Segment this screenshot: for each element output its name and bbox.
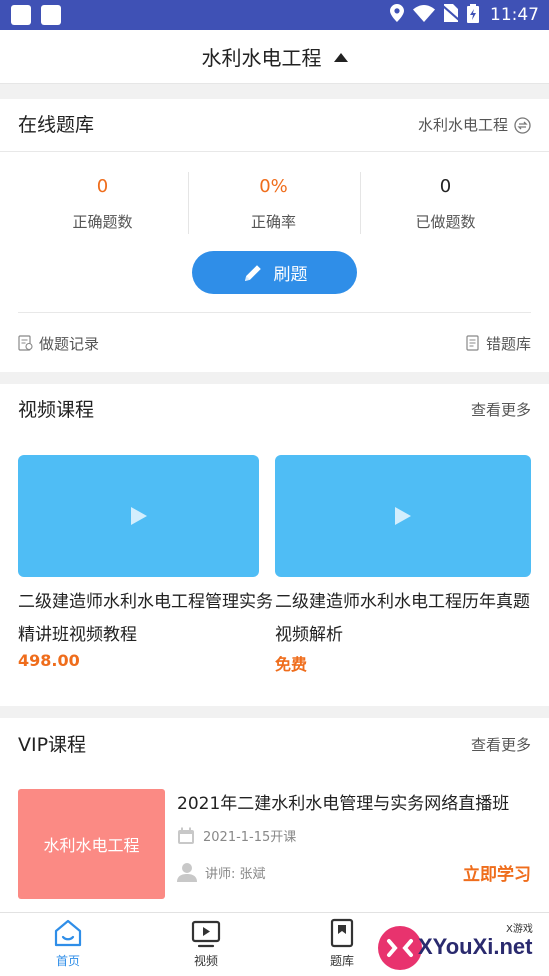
pencil-icon bbox=[244, 264, 261, 281]
calendar-icon bbox=[178, 827, 194, 844]
stat-done-count: 0 已做题数 bbox=[354, 175, 537, 232]
study-now-button[interactable]: 立即学习 bbox=[463, 860, 531, 885]
video-more-link[interactable]: 查看更多 bbox=[471, 384, 531, 436]
vip-courses-header: VIP课程 查看更多 bbox=[0, 719, 549, 771]
video-course-title[interactable]: 二级建造师水利水电工程历年真题视频解析 bbox=[275, 586, 531, 652]
watermark-logo-icon bbox=[378, 926, 422, 970]
subject-switch[interactable]: 水利水电工程 bbox=[418, 99, 531, 151]
practice-record-link[interactable]: 做题记录 bbox=[18, 332, 99, 354]
wrong-questions-link[interactable]: 错题库 bbox=[466, 332, 531, 354]
watermark-text: XYouXi.net bbox=[418, 934, 533, 959]
tab-home[interactable]: 首页 bbox=[28, 913, 108, 976]
vip-course-thumbnail[interactable]: 水利水电工程 bbox=[18, 789, 165, 899]
video-course-title[interactable]: 二级建造师水利水电工程管理实务精讲班视频教程 bbox=[18, 586, 274, 652]
record-icon bbox=[18, 335, 33, 351]
subject-switch-label: 水利水电工程 bbox=[417, 116, 508, 134]
home-icon bbox=[54, 919, 82, 947]
video-thumbnail[interactable] bbox=[18, 455, 259, 577]
vip-courses-title: VIP课程 bbox=[18, 734, 87, 756]
practice-button[interactable]: 刷题 bbox=[192, 251, 357, 294]
site-watermark: XYouXi.net X游戏 bbox=[378, 918, 549, 976]
bookmark-icon bbox=[330, 918, 354, 948]
divider bbox=[18, 312, 531, 313]
play-icon bbox=[395, 507, 411, 525]
vip-course-teacher: 讲师: 张斌 bbox=[177, 862, 266, 882]
vip-course-date-text: 2021-1-15开课 bbox=[203, 830, 297, 845]
question-bank-header: 在线题库 水利水电工程 bbox=[0, 99, 549, 151]
wifi-icon bbox=[413, 4, 435, 26]
vip-more-link[interactable]: 查看更多 bbox=[471, 719, 531, 771]
tab-question-bank-label: 题库 bbox=[329, 954, 354, 968]
no-sim-icon bbox=[442, 4, 460, 26]
stat-correct-rate: 0% 正确率 bbox=[182, 175, 365, 232]
stat-value: 0 bbox=[439, 176, 452, 197]
status-time: 11:47 bbox=[490, 5, 539, 25]
stat-value: 0% bbox=[259, 176, 288, 197]
switch-icon bbox=[514, 116, 531, 134]
tab-home-label: 首页 bbox=[55, 954, 80, 968]
stat-correct-count: 0 正确题数 bbox=[11, 175, 194, 232]
vip-course-teacher-text: 讲师: 张斌 bbox=[205, 866, 266, 882]
video-courses-header: 视频课程 查看更多 bbox=[0, 384, 549, 436]
practice-record-label: 做题记录 bbox=[39, 334, 100, 353]
tab-video-label: 视频 bbox=[193, 954, 218, 968]
stat-value: 0 bbox=[96, 176, 109, 197]
battery-charging-icon bbox=[467, 3, 479, 27]
question-bank-title: 在线题库 bbox=[18, 114, 95, 136]
video-play-icon bbox=[191, 920, 221, 948]
stat-label: 正确题数 bbox=[72, 213, 133, 231]
vip-course-date: 2021-1-15开课 bbox=[177, 826, 296, 845]
practice-button-label: 刷题 bbox=[273, 265, 308, 285]
page-title: 水利水电工程 bbox=[201, 46, 322, 70]
user-icon bbox=[177, 863, 197, 882]
tab-video[interactable]: 视频 bbox=[166, 913, 246, 976]
play-icon bbox=[130, 507, 147, 525]
status-bar: 11:47 bbox=[0, 0, 549, 30]
location-icon bbox=[390, 4, 404, 26]
video-course-price: 498.00 bbox=[18, 651, 80, 670]
stat-label: 已做题数 bbox=[415, 213, 476, 231]
stat-label: 正确率 bbox=[250, 213, 296, 231]
watermark-sub: X游戏 bbox=[506, 924, 533, 935]
wrong-questions-label: 错题库 bbox=[485, 334, 531, 353]
wrong-book-icon bbox=[466, 335, 479, 351]
video-thumbnail[interactable] bbox=[275, 455, 531, 577]
divider bbox=[0, 151, 549, 152]
vip-thumbnail-text: 水利水电工程 bbox=[43, 836, 140, 855]
app-square-icon bbox=[41, 5, 61, 25]
vip-course-title[interactable]: 2021年二建水利水电管理与实务网络直播班 bbox=[177, 789, 509, 814]
subject-selector[interactable]: 水利水电工程 bbox=[0, 30, 549, 84]
app-square-icon bbox=[11, 5, 31, 25]
caret-up-icon bbox=[333, 52, 348, 62]
tab-question-bank[interactable]: 题库 bbox=[302, 913, 382, 976]
video-course-price: 免费 bbox=[275, 655, 308, 674]
video-courses-title: 视频课程 bbox=[18, 399, 95, 421]
